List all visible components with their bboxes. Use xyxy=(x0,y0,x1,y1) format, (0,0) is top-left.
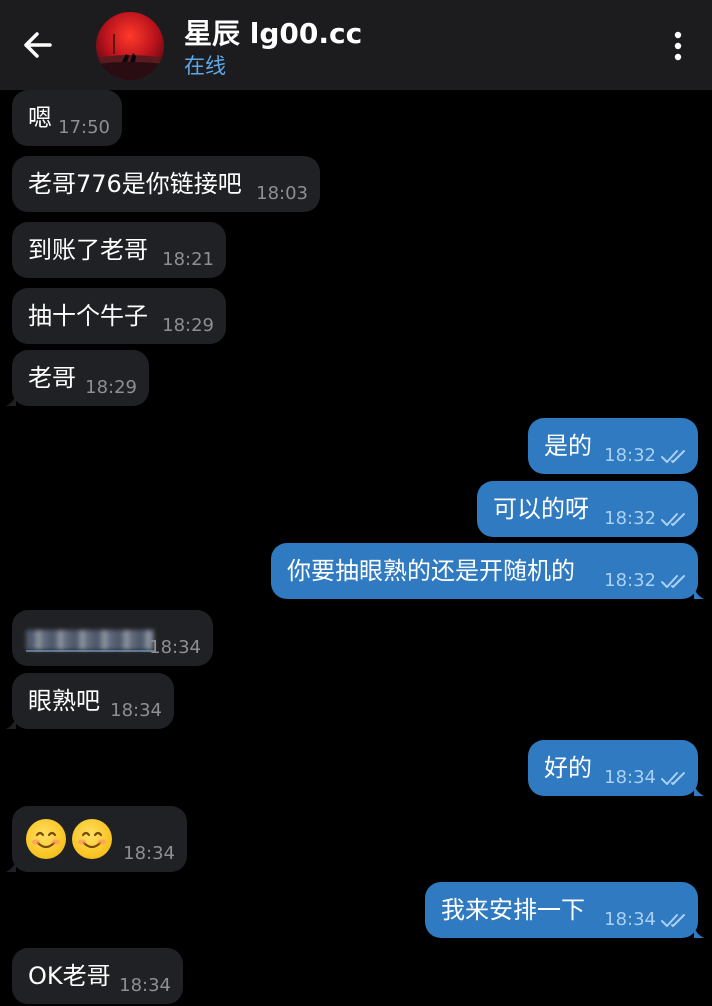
message-time: 18:03 xyxy=(256,183,308,204)
message-bubble-outgoing[interactable]: 我来安排一下 18:34 xyxy=(425,882,704,938)
bubble-tail xyxy=(6,860,16,872)
smiling-face-emoji xyxy=(26,819,66,859)
message-time: 18:32 xyxy=(604,508,656,529)
avatar[interactable] xyxy=(96,12,164,80)
message-bubble-incoming[interactable]: OK老哥 18:34 xyxy=(12,948,183,1004)
double-check-icon xyxy=(661,450,685,463)
message-bubble-outgoing[interactable]: 是的 18:32 xyxy=(528,418,698,474)
message-bubble-outgoing[interactable]: 好的 18:34 xyxy=(528,740,704,796)
message-text: 你要抽眼熟的还是开随机的 xyxy=(287,557,575,585)
message-bubble-outgoing[interactable]: 你要抽眼熟的还是开随机的 18:32 xyxy=(271,543,704,599)
message-bubble-incoming[interactable]: 抽十个牛子 18:29 xyxy=(12,288,226,344)
bubble-tail xyxy=(694,784,704,796)
message-time: 18:21 xyxy=(162,249,214,270)
back-arrow-icon xyxy=(24,32,52,58)
message-time: 18:29 xyxy=(162,315,214,336)
double-check-icon xyxy=(661,914,685,927)
bubble-tail xyxy=(6,717,16,729)
message-text: 可以的呀 xyxy=(493,495,589,523)
message-time: 18:32 xyxy=(604,445,656,466)
bubble-tail xyxy=(694,587,704,599)
message-time: 18:32 xyxy=(604,570,656,591)
bubble-tail xyxy=(6,394,16,406)
message-text: 抽十个牛子 xyxy=(28,302,148,330)
message-time: 18:34 xyxy=(149,637,201,658)
link-underline xyxy=(26,650,156,652)
message-bubble-incoming[interactable]: 老哥776是你链接吧 18:03 xyxy=(12,156,320,212)
message-bubble-outgoing[interactable]: 可以的呀 18:32 xyxy=(477,481,698,537)
message-bubble-incoming[interactable]: 18:34 xyxy=(12,610,213,666)
chat-title[interactable]: 星辰 lg00.cc xyxy=(184,12,362,52)
message-time: 18:34 xyxy=(110,700,162,721)
message-text: OK老哥 xyxy=(28,962,111,990)
double-check-icon xyxy=(661,513,685,526)
message-time: 18:34 xyxy=(119,975,171,996)
message-text: 眼熟吧 xyxy=(28,687,100,715)
message-time: 18:29 xyxy=(85,377,137,398)
online-status: 在线 xyxy=(184,54,226,78)
message-text: 到账了老哥 xyxy=(28,236,148,264)
message-bubble-incoming[interactable]: 眼熟吧 18:34 xyxy=(6,673,174,729)
double-check-icon xyxy=(661,575,685,588)
message-bubble-incoming[interactable]: 😊😊 18:34 xyxy=(6,806,187,872)
message-text: 老哥 xyxy=(28,364,76,392)
double-check-icon xyxy=(661,772,685,785)
more-button[interactable] xyxy=(664,28,692,64)
bubble-tail xyxy=(694,926,704,938)
smiling-face-emoji xyxy=(72,819,112,859)
message-bubble-incoming[interactable]: 到账了老哥 18:21 xyxy=(12,222,226,278)
redacted-link[interactable] xyxy=(26,630,154,650)
message-time: 18:34 xyxy=(123,843,175,864)
message-text: 老哥776是你链接吧 xyxy=(28,170,242,198)
message-bubble-incoming[interactable]: 嗯 17:50 xyxy=(12,90,122,146)
message-text: 我来安排一下 xyxy=(441,896,585,924)
more-vertical-icon xyxy=(674,31,682,61)
message-bubble-incoming[interactable]: 老哥 18:29 xyxy=(6,350,149,406)
message-time: 18:34 xyxy=(604,909,656,930)
message-text: 是的 xyxy=(544,432,592,460)
message-time: 17:50 xyxy=(58,117,110,138)
message-text: 嗯 xyxy=(28,104,52,132)
back-button[interactable] xyxy=(18,27,58,63)
message-time: 18:34 xyxy=(604,767,656,788)
message-text: 好的 xyxy=(544,754,592,782)
chat-header: 星辰 lg00.cc 在线 xyxy=(0,0,712,90)
